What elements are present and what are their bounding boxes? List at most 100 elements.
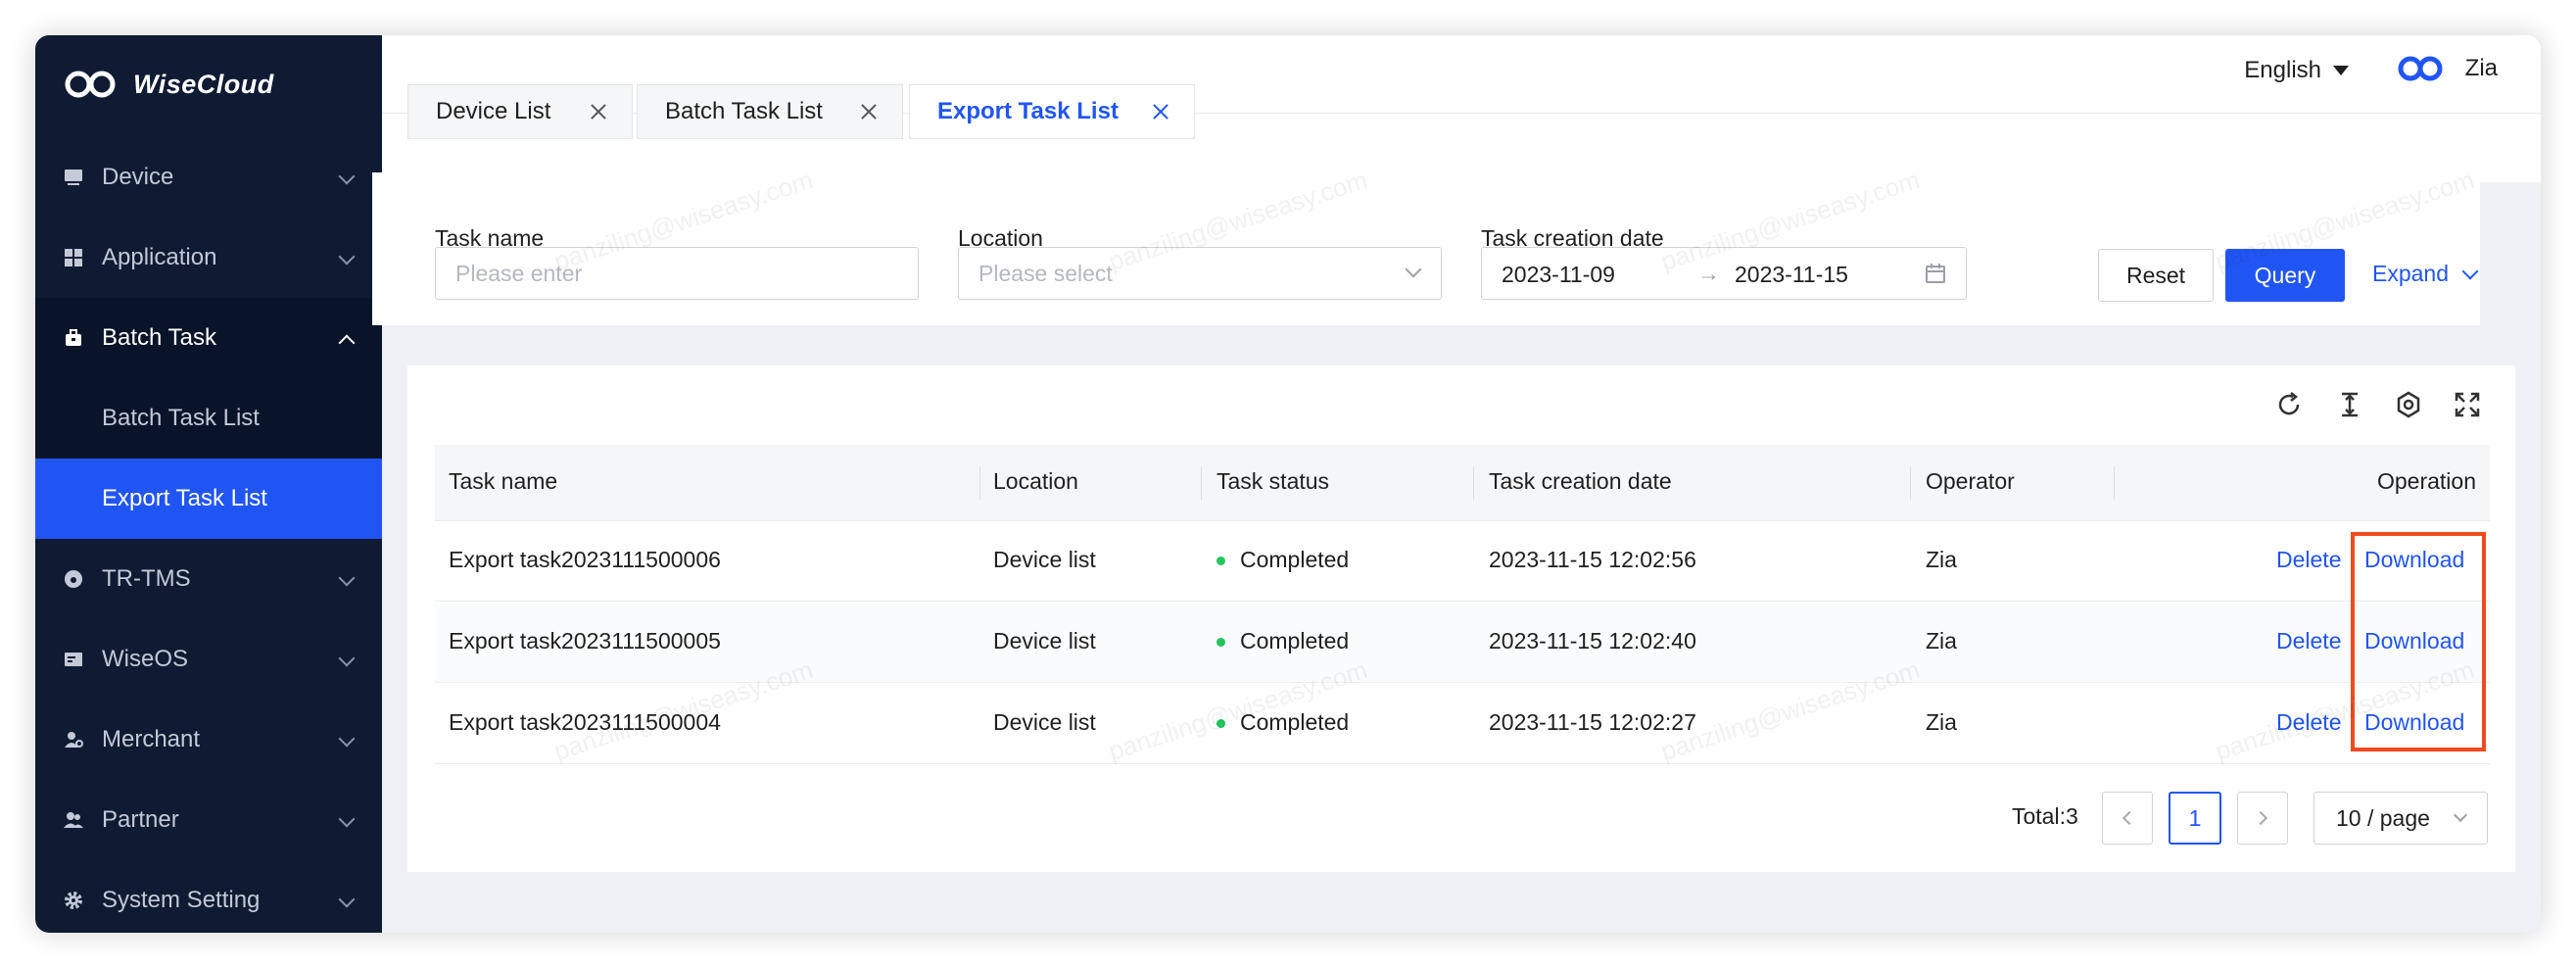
page-1-button[interactable]: 1 (2169, 792, 2221, 845)
sidebar-item-device[interactable]: Device (35, 137, 382, 218)
table-row: Export task2023111500005 Device list Com… (435, 603, 2490, 683)
prev-page-button[interactable] (2102, 792, 2153, 845)
close-icon[interactable] (1151, 102, 1170, 121)
sidebar-item-label: Merchant (102, 726, 201, 752)
chevron-down-icon (338, 730, 356, 748)
cell-operator: Zia (1926, 628, 1957, 653)
sidebar-item-label: Batch Task (102, 324, 216, 351)
tr-tms-icon (63, 568, 84, 590)
col-task-status: Task status (1216, 468, 1330, 494)
language-label: English (2244, 57, 2321, 83)
caret-down-icon (2333, 66, 2349, 75)
sidebar-item-label: TR-TMS (102, 565, 191, 592)
reset-button[interactable]: Reset (2098, 249, 2214, 302)
close-icon[interactable] (589, 102, 608, 121)
chevron-down-icon (338, 810, 356, 828)
cell-location: Device list (993, 547, 1096, 572)
chevron-down-icon (338, 891, 356, 908)
sidebar-subitem-export-task-list[interactable]: Export Task List (35, 459, 382, 539)
col-task-creation-date: Task creation date (1489, 468, 1672, 494)
end-date[interactable]: 2023-11-15 (1735, 262, 1848, 288)
cell-status: Completed (1240, 547, 1350, 572)
settings-icon[interactable] (2394, 390, 2423, 419)
arrow-right-icon: → (1697, 261, 1720, 286)
table-row: Export task2023111500004 Device list Com… (435, 684, 2490, 764)
task-name-input[interactable]: Please enter (435, 247, 919, 300)
merchant-icon (63, 729, 84, 750)
page-size-select[interactable]: 10 / page (2314, 792, 2488, 845)
chevron-right-icon (2253, 810, 2268, 826)
tab-label: Export Task List (937, 98, 1119, 124)
chevron-left-icon (2122, 810, 2137, 826)
download-highlight-box (2351, 532, 2486, 751)
chevron-down-icon (2453, 807, 2468, 823)
sidebar-item-system-setting[interactable]: System Setting (35, 860, 382, 933)
column-divider (2114, 466, 2115, 500)
table-header: Task name Location Task status Task crea… (435, 445, 2490, 521)
expand-label: Expand (2372, 261, 2450, 286)
batch-task-icon (63, 327, 84, 349)
close-icon[interactable] (859, 102, 879, 121)
language-selector[interactable]: English (2244, 57, 2349, 84)
avatar (2398, 56, 2443, 81)
row-density-icon[interactable] (2335, 390, 2364, 419)
column-divider (979, 466, 980, 500)
tab-export-task-list[interactable]: Export Task List (909, 84, 1195, 139)
sidebar-item-batch-task[interactable]: Batch Task (35, 298, 382, 378)
col-task-name: Task name (449, 468, 558, 494)
tab-batch-task-list[interactable]: Batch Task List (637, 84, 903, 139)
wiseos-icon (63, 649, 84, 670)
task-name-placeholder: Please enter (455, 260, 583, 286)
page-size-value: 10 / page (2336, 804, 2430, 831)
chevron-down-icon (338, 248, 356, 266)
query-button[interactable]: Query (2225, 249, 2345, 302)
tab-device-list[interactable]: Device List (407, 84, 633, 139)
user-name: Zia (2464, 55, 2498, 81)
sidebar-item-tr-tms[interactable]: TR-TMS (35, 539, 382, 619)
sidebar-subitem-batch-task-list[interactable]: Batch Task List (35, 378, 382, 459)
brand-name: WiseCloud (133, 69, 274, 99)
location-select[interactable]: Please select (958, 247, 1442, 300)
chevron-down-icon (338, 650, 356, 667)
sidebar-item-label: System Setting (102, 887, 261, 913)
brand-logo[interactable]: WiseCloud (63, 65, 274, 104)
chevron-up-icon (338, 334, 356, 352)
col-location: Location (993, 468, 1078, 494)
delete-link[interactable]: Delete (2276, 547, 2341, 573)
status-dot (1216, 557, 1225, 565)
cell-operator: Zia (1926, 547, 1957, 572)
start-date[interactable]: 2023-11-09 (1502, 262, 1615, 288)
chevron-down-icon (338, 569, 356, 587)
tab-label: Batch Task List (665, 98, 823, 124)
delete-link[interactable]: Delete (2276, 628, 2341, 654)
col-operation: Operation (2376, 468, 2476, 494)
delete-link[interactable]: Delete (2276, 709, 2341, 736)
batch-task-submenu: Batch Task List Export Task List (35, 378, 382, 539)
application-icon (63, 247, 84, 268)
chevron-down-icon (338, 168, 356, 185)
sidebar-item-label: Partner (102, 806, 179, 833)
cell-task-name: Export task2023111500005 (449, 628, 721, 653)
total-count: Total:3 (2012, 803, 2078, 829)
fullscreen-icon[interactable] (2453, 390, 2482, 419)
gear-icon (63, 890, 84, 911)
sidebar-menu: Device Application Batch Task Batch Task… (35, 137, 382, 933)
sidebar-item-merchant[interactable]: Merchant (35, 700, 382, 780)
sidebar-item-application[interactable]: Application (35, 218, 382, 298)
sidebar-item-wiseos[interactable]: WiseOS (35, 619, 382, 700)
device-icon (63, 167, 84, 188)
chevron-down-icon (2461, 263, 2479, 279)
next-page-button[interactable] (2237, 792, 2288, 845)
cell-date: 2023-11-15 12:02:56 (1489, 547, 1696, 572)
cell-operator: Zia (1926, 709, 1957, 735)
date-range-picker[interactable]: 2023-11-09 → 2023-11-15 (1481, 247, 1967, 300)
user-menu[interactable]: Zia (2397, 55, 2498, 82)
sidebar-item-partner[interactable]: Partner (35, 780, 382, 860)
refresh-icon[interactable] (2274, 390, 2304, 419)
col-operator: Operator (1926, 468, 2015, 494)
sidebar-item-label: Device (102, 164, 174, 190)
sidebar-item-label: Application (102, 244, 217, 270)
expand-toggle[interactable]: Expand (2372, 261, 2479, 287)
column-divider (1910, 466, 1911, 500)
tab-label: Device List (436, 98, 551, 124)
